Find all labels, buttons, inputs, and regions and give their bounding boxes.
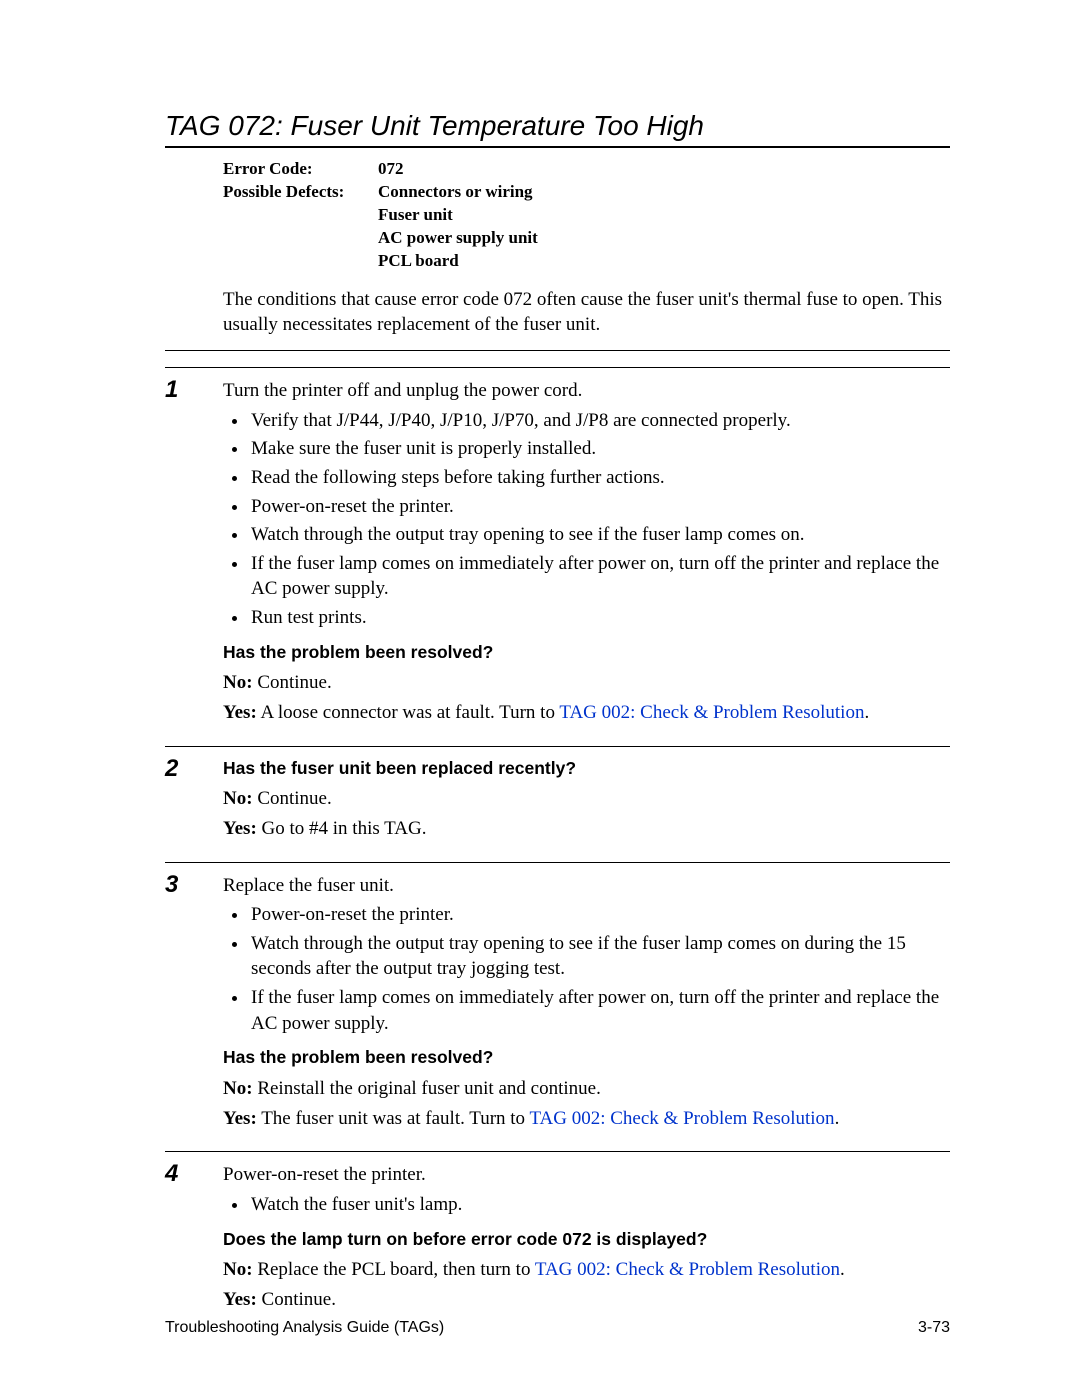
answer-no-text: Continue. <box>253 788 332 809</box>
step-content: Replace the fuser unit. Power-on-reset t… <box>223 873 950 1136</box>
answer-yes: Yes: Continue. <box>223 1287 950 1313</box>
answer-no-text: Continue. <box>253 672 332 693</box>
answer-no-label: No: <box>223 1259 253 1280</box>
meta-defects-first: Connectors or wiring <box>378 181 533 204</box>
answer-no: No: Reinstall the original fuser unit an… <box>223 1076 950 1102</box>
meta-defects-item: AC power supply unit <box>378 227 950 250</box>
meta-error-row: Error Code: 072 <box>223 158 950 181</box>
step-question: Has the problem been resolved? <box>223 641 950 665</box>
intro-text: The conditions that cause error code 072… <box>223 287 950 338</box>
bullet: Watch through the output tray opening to… <box>249 931 950 982</box>
answer-yes-label: Yes: <box>223 1289 257 1310</box>
step-question: Has the fuser unit been replaced recentl… <box>223 757 950 781</box>
step-number: 4 <box>165 1162 223 1316</box>
step-question: Does the lamp turn on before error code … <box>223 1228 950 1252</box>
step-lead: Turn the printer off and unplug the powe… <box>223 378 950 404</box>
answer-no-text: Reinstall the original fuser unit and co… <box>253 1078 601 1099</box>
step-content: Turn the printer off and unplug the powe… <box>223 378 950 730</box>
step-1: 1 Turn the printer off and unplug the po… <box>165 367 950 730</box>
step-content: Power-on-reset the printer. Watch the fu… <box>223 1162 950 1316</box>
answer-no: No: Continue. <box>223 786 950 812</box>
answer-yes-text-b: . <box>864 702 869 723</box>
step-bullets: Power-on-reset the printer. Watch throug… <box>223 902 950 1036</box>
step-number: 3 <box>165 873 223 1136</box>
answer-yes-text: Go to #4 in this TAG. <box>257 818 427 839</box>
answer-yes: Yes: A loose connector was at fault. Tur… <box>223 700 950 726</box>
step-question: Has the problem been resolved? <box>223 1046 950 1070</box>
meta-defects-item: PCL board <box>378 250 950 273</box>
bullet: If the fuser lamp comes on immediately a… <box>249 551 950 602</box>
meta-error-label: Error Code: <box>223 158 378 181</box>
bullet: Power-on-reset the printer. <box>249 902 950 928</box>
bullet: Power-on-reset the printer. <box>249 494 950 520</box>
meta-error-value: 072 <box>378 158 404 181</box>
answer-yes-text-a: The fuser unit was at fault. Turn to <box>257 1108 530 1129</box>
link-tag002[interactable]: TAG 002: Check & Problem Resolution <box>559 702 864 723</box>
step-bullets: Verify that J/P44, J/P40, J/P10, J/P70, … <box>223 408 950 631</box>
answer-no-label: No: <box>223 1078 253 1099</box>
answer-no-text-b: . <box>840 1259 845 1280</box>
bullet: Make sure the fuser unit is properly ins… <box>249 436 950 462</box>
page-title: TAG 072: Fuser Unit Temperature Too High <box>165 110 950 148</box>
bullet: Run test prints. <box>249 605 950 631</box>
step-number: 2 <box>165 757 223 846</box>
answer-no: No: Continue. <box>223 670 950 696</box>
meta-defects-label: Possible Defects: <box>223 181 378 204</box>
meta-defects-list: Fuser unit AC power supply unit PCL boar… <box>378 204 950 273</box>
answer-yes-label: Yes: <box>223 1108 257 1129</box>
answer-yes: Yes: Go to #4 in this TAG. <box>223 816 950 842</box>
footer-right: 3-73 <box>918 1319 950 1337</box>
bullet: Watch the fuser unit's lamp. <box>249 1192 950 1218</box>
step-bullets: Watch the fuser unit's lamp. <box>223 1192 950 1218</box>
answer-no-text-a: Replace the PCL board, then turn to <box>253 1259 535 1280</box>
answer-no-label: No: <box>223 672 253 693</box>
bullet: Verify that J/P44, J/P40, J/P10, J/P70, … <box>249 408 950 434</box>
footer-left: Troubleshooting Analysis Guide (TAGs) <box>165 1319 444 1337</box>
answer-yes-label: Yes: <box>223 702 257 723</box>
page: TAG 072: Fuser Unit Temperature Too High… <box>0 0 1080 1397</box>
step-content: Has the fuser unit been replaced recentl… <box>223 757 950 846</box>
meta-defects-row: Possible Defects: Connectors or wiring <box>223 181 950 204</box>
answer-yes: Yes: The fuser unit was at fault. Turn t… <box>223 1106 950 1132</box>
bullet: If the fuser lamp comes on immediately a… <box>249 985 950 1036</box>
answer-yes-label: Yes: <box>223 818 257 839</box>
link-tag002[interactable]: TAG 002: Check & Problem Resolution <box>535 1259 840 1280</box>
answer-yes-text-b: . <box>835 1108 840 1129</box>
footer: Troubleshooting Analysis Guide (TAGs) 3-… <box>165 1319 950 1337</box>
rule <box>165 350 950 351</box>
step-lead: Replace the fuser unit. <box>223 873 950 899</box>
meta-block: Error Code: 072 Possible Defects: Connec… <box>223 158 950 273</box>
bullet: Read the following steps before taking f… <box>249 465 950 491</box>
bullet: Watch through the output tray opening to… <box>249 522 950 548</box>
meta-defects-item: Fuser unit <box>378 204 950 227</box>
step-number: 1 <box>165 378 223 730</box>
step-4: 4 Power-on-reset the printer. Watch the … <box>165 1151 950 1316</box>
answer-yes-text: Continue. <box>257 1289 336 1310</box>
step-lead: Power-on-reset the printer. <box>223 1162 950 1188</box>
answer-no-label: No: <box>223 788 253 809</box>
answer-yes-text-a: A loose connector was at fault. Turn to <box>257 702 560 723</box>
step-2: 2 Has the fuser unit been replaced recen… <box>165 746 950 846</box>
link-tag002[interactable]: TAG 002: Check & Problem Resolution <box>529 1108 834 1129</box>
step-3: 3 Replace the fuser unit. Power-on-reset… <box>165 862 950 1136</box>
answer-no: No: Replace the PCL board, then turn to … <box>223 1257 950 1283</box>
